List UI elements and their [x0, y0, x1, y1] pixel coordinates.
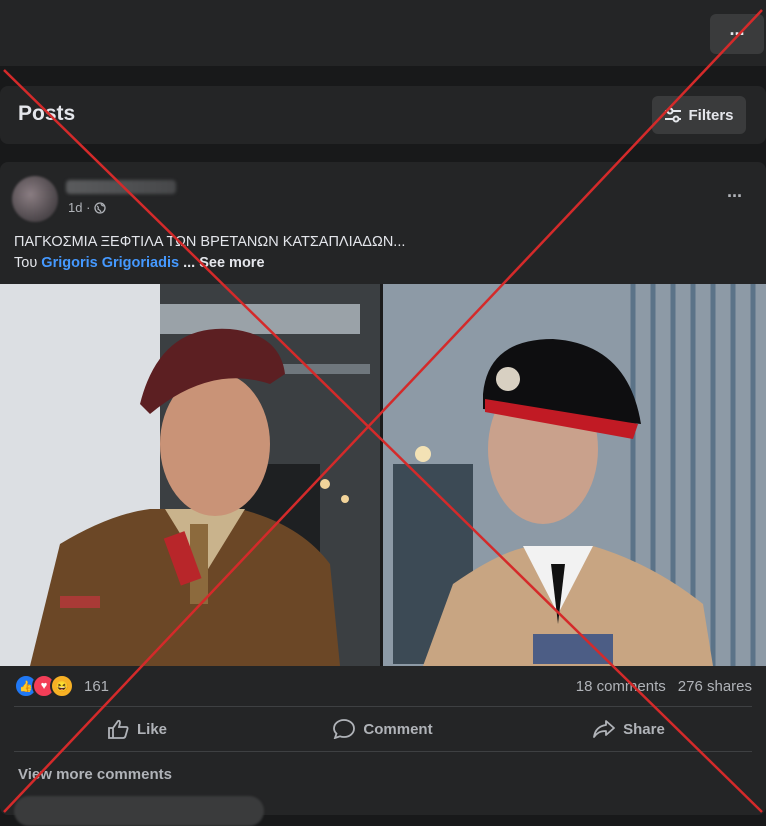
- comment-button[interactable]: Comment: [260, 707, 506, 751]
- comment-label: Comment: [363, 720, 433, 738]
- globe-icon: [94, 201, 107, 214]
- photo-left-officer: [0, 284, 380, 666]
- author-link[interactable]: Grigoris Grigoriadis: [41, 255, 179, 271]
- share-icon: [593, 720, 616, 738]
- posts-header: Posts Filters: [0, 86, 766, 144]
- posts-title: Posts: [18, 102, 76, 125]
- shares-count[interactable]: 276 shares: [678, 678, 752, 695]
- share-label: Share: [623, 720, 665, 738]
- post-stats: 18 comments 276 shares: [576, 678, 752, 695]
- post-time[interactable]: 1d ·: [68, 200, 90, 215]
- post-text-line1: ΠΑΓΚΟΣΜΙΑ ΞΕΦΤΙΛΑ ΤΩΝ ΒΡΕΤΑΝΩΝ ΚΑΤΣΑΠΛΙΑ…: [14, 234, 406, 250]
- post-card: 1d · ··· ΠΑΓΚΟΣΜΙΑ ΞΕΦΤΙΛΑ ΤΩΝ ΒΡΕΤΑΝΩΝ …: [0, 162, 766, 826]
- divider: [14, 751, 752, 752]
- thumbs-up-icon: [108, 719, 129, 739]
- comment-icon: [333, 719, 356, 739]
- haha-reaction-icon: 😆: [50, 674, 74, 698]
- like-label: Like: [136, 720, 167, 738]
- reaction-count: 161: [84, 677, 110, 695]
- post-text-line2: Του Grigoris Grigoriadis ... See more: [14, 253, 754, 274]
- post-more-button[interactable]: ···: [727, 186, 743, 207]
- share-button[interactable]: Share: [506, 707, 752, 751]
- reactions-summary[interactable]: 👍 ♥ 😆 161: [14, 674, 109, 698]
- post-meta: 1d ·: [68, 200, 107, 215]
- post-text-prefix: Του: [14, 255, 38, 271]
- top-bar: ···: [0, 0, 766, 66]
- more-options-button[interactable]: ···: [710, 14, 764, 54]
- view-more-comments-link[interactable]: View more comments: [18, 766, 172, 783]
- post-text: ΠΑΓΚΟΣΜΙΑ ΞΕΦΤΙΛΑ ΤΩΝ ΒΡΕΤΑΝΩΝ ΚΑΤΣΑΠΛΙΑ…: [14, 232, 754, 274]
- filters-button[interactable]: Filters: [652, 96, 746, 134]
- avatar[interactable]: [12, 176, 58, 222]
- post-actions: Like Comment Share: [14, 707, 752, 751]
- like-button[interactable]: Like: [14, 707, 260, 751]
- author-name-blurred[interactable]: [66, 180, 176, 194]
- filters-icon: [665, 107, 682, 123]
- see-more-link[interactable]: ... See more: [183, 255, 264, 271]
- post-photo[interactable]: [0, 284, 766, 666]
- filters-label: Filters: [688, 106, 734, 124]
- comment-preview-blurred: [14, 796, 264, 826]
- comments-count[interactable]: 18 comments: [576, 678, 666, 695]
- photo-right-officer: [383, 284, 766, 666]
- reaction-icons: 👍 ♥ 😆: [14, 674, 74, 698]
